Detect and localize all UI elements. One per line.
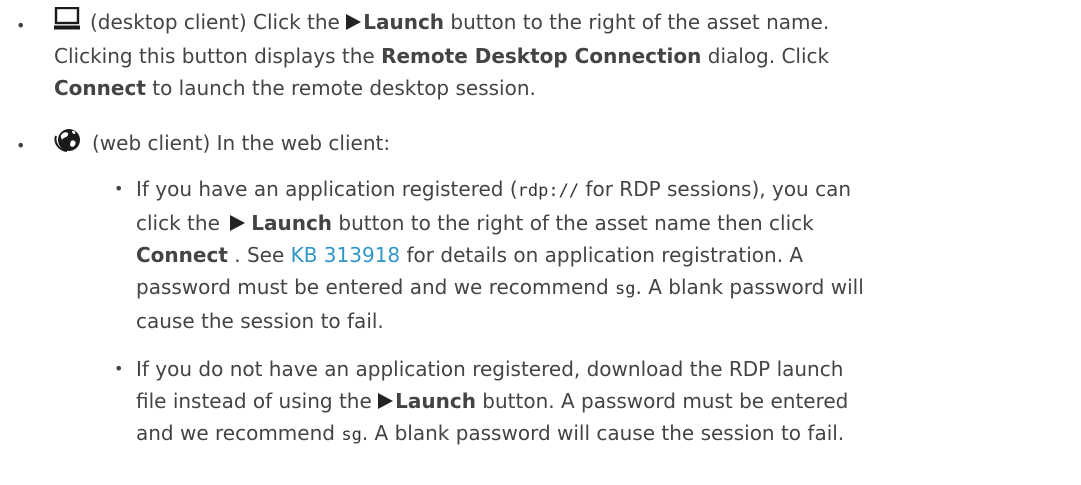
remote-desktop-connection-label: Remote Desktop Connection	[381, 44, 702, 68]
sub2-line-2: file instead of using the Launch button.…	[136, 385, 1069, 417]
bullet: •	[16, 136, 26, 155]
sub1-line-2-intro: click the	[136, 211, 227, 235]
bullet: •	[114, 359, 124, 378]
play-icon	[230, 215, 246, 231]
web-intro-text: (web client) In the web client:	[92, 131, 391, 155]
bullet: •	[114, 179, 124, 198]
rdp-protocol-code: rdp://	[517, 181, 580, 201]
sub1-line-3: Connect . See KB 313918 for details on a…	[136, 239, 1069, 271]
sub1-line-3-mid: . See	[227, 243, 291, 267]
sub1-line-5: cause the session to fail.	[136, 305, 1069, 337]
recommended-password-code: sg	[615, 279, 636, 299]
sub1-line-2-rest: button to the right of the asset name th…	[332, 211, 814, 235]
sub1-line-5-text: cause the session to fail.	[136, 309, 384, 333]
web-intro-line: (web client) In the web client:	[54, 126, 1071, 161]
sub2-line-1: If you do not have an application regist…	[136, 353, 1069, 385]
recommended-password-code: sg	[341, 425, 362, 445]
desktop-line-3: Connect to launch the remote desktop ses…	[54, 72, 1071, 104]
instruction-list: • (desktop client) Click the Launch butt…	[0, 0, 1081, 451]
launch-label: Launch	[251, 211, 333, 235]
sub2-line-2-rest: button. A password must be entered	[475, 389, 849, 413]
desktop-line-3-rest: to launch the remote desktop session.	[145, 76, 536, 100]
launch-label: Launch	[363, 10, 445, 34]
sub1-line-1-rest: for RDP sessions), you can	[579, 177, 852, 201]
play-icon	[378, 393, 394, 409]
desktop-line-1-intro: (desktop client) Click the	[90, 10, 347, 34]
bullet: •	[16, 16, 26, 35]
monitor-icon	[54, 6, 80, 40]
list-item-app-registered: • If you have an application registered …	[0, 173, 1081, 337]
desktop-line-1: (desktop client) Click the Launch button…	[54, 6, 1071, 40]
desktop-line-2: Clicking this button displays the Remote…	[54, 40, 1071, 72]
list-item-app-not-registered: • If you do not have an application regi…	[0, 353, 1081, 451]
desktop-line-2-rest: dialog. Click	[701, 44, 830, 68]
launch-label: Launch	[395, 389, 476, 413]
sub1-line-3-rest: for details on application registration.…	[400, 243, 804, 267]
play-icon	[346, 14, 362, 30]
sub1-line-1: If you have an application registered (r…	[136, 173, 1069, 207]
sub1-line-1-intro: If you have an application registered (	[136, 177, 518, 201]
desktop-line-1-rest: button to the right of the asset name.	[444, 10, 830, 34]
sub1-line-2: click the Launch button to the right of …	[136, 207, 1069, 239]
sub2-line-3-rest: . A blank password will cause the sessio…	[361, 421, 845, 445]
connect-label: Connect	[54, 76, 146, 100]
sub1-line-4-rest: . A blank password will	[635, 275, 864, 299]
sub2-line-1-text: If you do not have an application regist…	[136, 357, 844, 381]
sub2-line-3: and we recommend sg. A blank password wi…	[136, 417, 1069, 451]
sub2-line-3-intro: and we recommend	[136, 421, 342, 445]
connect-label: Connect	[136, 243, 228, 267]
sub2-line-2-intro: file instead of using the	[136, 389, 379, 413]
list-item-desktop-client: • (desktop client) Click the Launch butt…	[0, 6, 1081, 104]
sub1-line-4-intro: password must be entered and we recommen…	[136, 275, 616, 299]
list-item-web-client: • (web client) In the web client:	[0, 126, 1081, 161]
globe-icon	[54, 126, 82, 161]
sub1-line-4: password must be entered and we recommen…	[136, 271, 1069, 305]
desktop-line-2-intro: Clicking this button displays the	[54, 44, 382, 68]
kb-313918-link[interactable]: KB 313918	[291, 243, 401, 267]
